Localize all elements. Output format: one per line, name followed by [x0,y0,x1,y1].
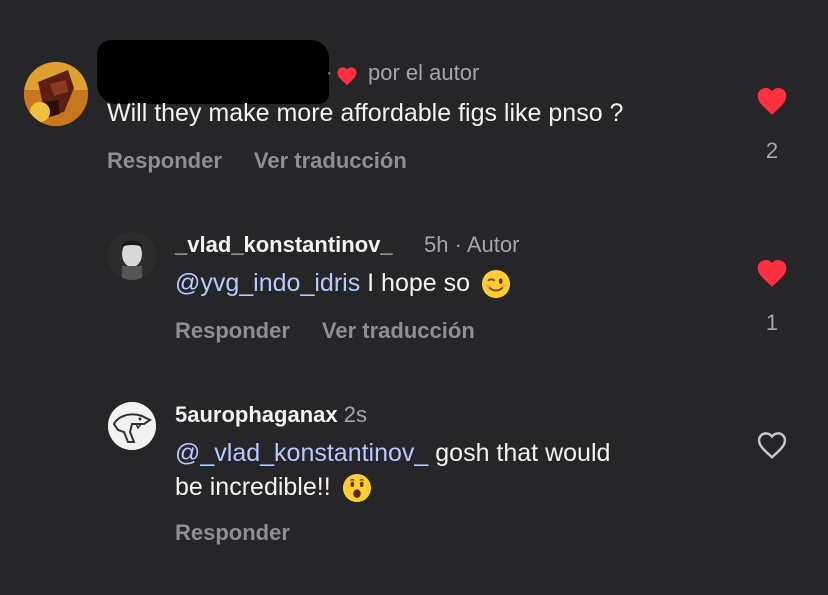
comment-body-line2: be incredible!! [175,473,331,501]
comment-text: @_vlad_konstantinov_ gosh that would [175,436,610,470]
comment-actions: Responder Ver traducción [175,318,475,344]
comment-text-line2: be incredible!! [175,470,372,504]
avatar[interactable] [108,232,156,280]
see-translation-button[interactable]: Ver traducción [322,318,475,343]
mention-link[interactable]: @_vlad_konstantinov_ [175,439,428,467]
avatar[interactable] [108,402,156,450]
like-heart-icon[interactable] [755,258,789,288]
reply-button[interactable]: Responder [175,318,290,343]
top-separator-fragment: · [214,0,228,4]
by-author-label: por el autor [368,60,480,85]
separator-dot: · [326,62,333,84]
like-count: 1 [765,310,779,335]
creator-liked-heart-icon [337,67,357,86]
comment-body: I hope so [360,269,471,297]
like-heart-icon[interactable] [755,86,789,116]
username-link[interactable]: 5aurophaganax [175,402,338,427]
reply-button[interactable]: Responder [175,520,290,545]
comment-time: 5h [424,232,449,257]
avatar[interactable] [24,62,88,126]
avatar-image [24,62,88,126]
avatar-image [108,402,156,450]
like-heart-outline-icon[interactable] [755,430,789,460]
comment-actions: Responder Ver traducción [107,148,407,174]
astonished-face-icon [342,474,371,503]
avatar-image [108,232,156,280]
comment-body-line1: gosh that would [428,439,611,467]
comment-timestamp: 5h · Autor [424,232,519,258]
reply-button[interactable]: Responder [107,148,222,173]
comment-username: 5aurophaganax 2s [175,402,367,428]
comments-screen: · · por el autor Will they make more aff… [0,0,828,595]
like-count: 2 [765,138,779,163]
mention-link[interactable]: @yvg_indo_idris [175,269,360,297]
comment-actions: Responder [175,520,290,546]
comment-username[interactable]: _vlad_konstantinov_ [175,232,393,258]
comment-time: 2s [343,402,367,427]
winking-face-icon [481,270,511,299]
see-translation-button[interactable]: Ver traducción [254,148,407,173]
redacted-username [97,40,329,104]
comment-text: Will they make more affordable figs like… [107,99,624,127]
author-role-label: · Autor [454,232,520,257]
comment-text: @yvg_indo_idris I hope so [175,266,511,300]
